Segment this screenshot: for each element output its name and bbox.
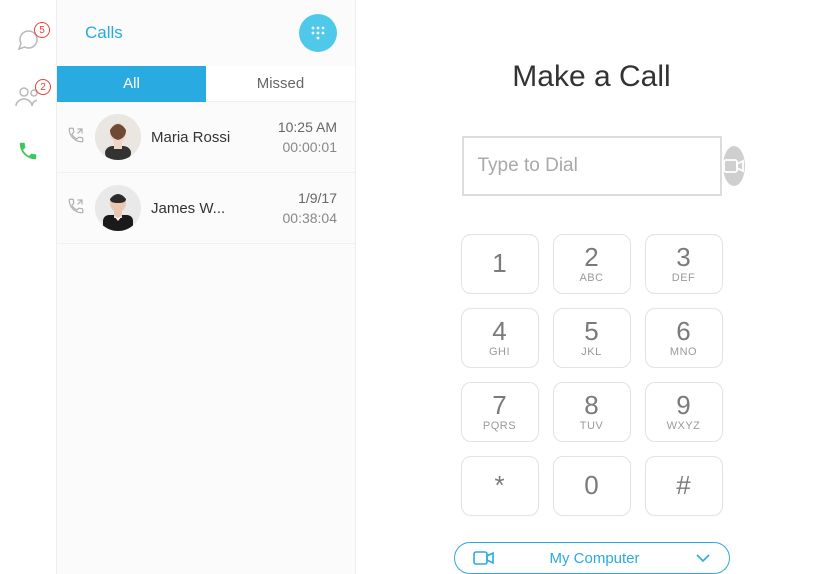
key-1[interactable]: 1: [461, 234, 539, 294]
call-meta: 10:25 AM 00:00:01: [278, 117, 337, 158]
call-name: James W...: [151, 200, 273, 217]
key-9[interactable]: 9WXYZ: [645, 382, 723, 442]
panel-title: Calls: [85, 23, 123, 43]
key-7[interactable]: 7PQRS: [461, 382, 539, 442]
calls-panel: Calls All Missed Maria Rossi 10:25 AM 00…: [56, 0, 356, 574]
call-time: 10:25 AM: [278, 117, 337, 137]
call-time: 1/9/17: [283, 188, 338, 208]
call-duration: 00:00:01: [278, 137, 337, 157]
dialpad-icon: [308, 23, 328, 43]
open-dialpad-button[interactable]: [299, 14, 337, 52]
key-hash[interactable]: #: [645, 456, 723, 516]
chevron-down-icon: [695, 553, 711, 563]
key-2[interactable]: 2ABC: [553, 234, 631, 294]
avatar: [95, 114, 141, 160]
device-select[interactable]: My Computer: [454, 542, 730, 574]
avatar: [95, 185, 141, 231]
video-call-button[interactable]: [723, 146, 745, 186]
outgoing-call-icon: [67, 126, 85, 149]
key-4[interactable]: 4GHI: [461, 308, 539, 368]
call-duration: 00:38:04: [283, 208, 338, 228]
tab-missed[interactable]: Missed: [206, 66, 355, 102]
tab-all[interactable]: All: [57, 66, 206, 102]
call-row[interactable]: Maria Rossi 10:25 AM 00:00:01: [57, 102, 355, 173]
keypad: 1 2ABC 3DEF 4GHI 5JKL 6MNO 7PQRS 8TUV 9W…: [461, 234, 723, 516]
key-5[interactable]: 5JKL: [553, 308, 631, 368]
call-row[interactable]: James W... 1/9/17 00:38:04: [57, 173, 355, 244]
video-icon: [723, 158, 745, 174]
video-icon: [473, 551, 495, 565]
key-star[interactable]: *: [461, 456, 539, 516]
contacts-badge: 2: [35, 79, 51, 95]
key-0[interactable]: 0: [553, 456, 631, 516]
device-label: My Computer: [495, 550, 695, 567]
panel-header: Calls: [57, 0, 355, 66]
phone-icon: [17, 140, 39, 162]
nav-rail: 5 2: [0, 0, 56, 574]
dialer-panel: Make a Call 1 2ABC 3DEF 4GHI 5JKL 6MNO 7…: [356, 0, 827, 574]
nav-chat[interactable]: 5: [16, 28, 40, 57]
key-8[interactable]: 8TUV: [553, 382, 631, 442]
call-name: Maria Rossi: [151, 129, 268, 146]
call-meta: 1/9/17 00:38:04: [283, 188, 338, 229]
nav-calls[interactable]: [17, 140, 39, 167]
key-3[interactable]: 3DEF: [645, 234, 723, 294]
dial-input-wrap: [462, 136, 722, 196]
call-list: Maria Rossi 10:25 AM 00:00:01 James W...…: [57, 102, 355, 574]
nav-contacts[interactable]: 2: [15, 85, 41, 112]
outgoing-call-icon: [67, 197, 85, 220]
key-6[interactable]: 6MNO: [645, 308, 723, 368]
dial-input[interactable]: [478, 155, 723, 177]
chat-badge: 5: [34, 22, 50, 38]
dialer-title: Make a Call: [512, 60, 670, 94]
call-tabs: All Missed: [57, 66, 355, 102]
